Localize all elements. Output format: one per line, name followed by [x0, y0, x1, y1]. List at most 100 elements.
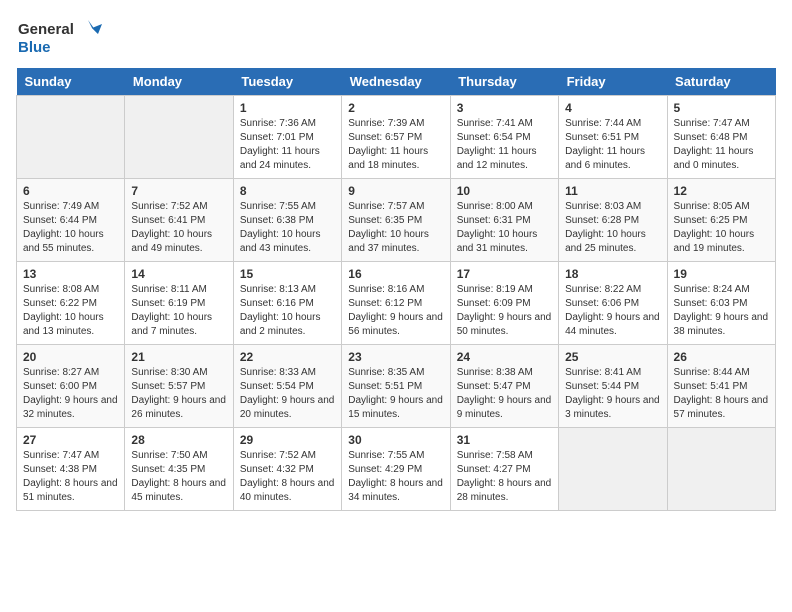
cell-text: Sunrise: 8:08 AMSunset: 6:22 PMDaylight:…	[23, 284, 104, 337]
day-number: 26	[674, 350, 769, 364]
day-cell: 27 Sunrise: 7:47 AMSunset: 4:38 PMDayligh…	[17, 428, 125, 511]
cell-text: Sunrise: 8:03 AMSunset: 6:28 PMDaylight:…	[565, 201, 646, 254]
day-cell: 21 Sunrise: 8:30 AMSunset: 5:57 PMDayligh…	[125, 345, 233, 428]
day-cell: 26Sunrise: 8:44 AMSunset: 5:41 PMDayligh…	[667, 345, 775, 428]
cell-text: Sunrise: 8:30 AMSunset: 5:57 PMDaylight:…	[131, 367, 226, 420]
day-cell	[667, 428, 775, 511]
cell-text: Sunrise: 8:05 AMSunset: 6:25 PMDaylight:…	[674, 201, 755, 254]
cell-text: Sunrise: 7:41 AMSunset: 6:54 PMDaylight:…	[457, 118, 537, 171]
cell-text: Sunrise: 8:19 AMSunset: 6:09 PMDaylight:…	[457, 284, 552, 337]
cell-text: Sunrise: 8:38 AMSunset: 5:47 PMDaylight:…	[457, 367, 552, 420]
day-number: 22	[240, 350, 335, 364]
cell-text: Sunrise: 8:24 AMSunset: 6:03 PMDaylight:…	[674, 284, 769, 337]
logo-svg: General Blue	[16, 16, 106, 60]
day-cell	[17, 96, 125, 179]
day-number: 28	[131, 433, 226, 447]
day-number: 30	[348, 433, 443, 447]
day-number: 5	[674, 101, 769, 115]
cell-text: Sunrise: 8:35 AMSunset: 5:51 PMDaylight:…	[348, 367, 443, 420]
day-number: 31	[457, 433, 552, 447]
day-cell: 12 Sunrise: 8:05 AMSunset: 6:25 PMDayligh…	[667, 179, 775, 262]
day-cell: 25 Sunrise: 8:41 AMSunset: 5:44 PMDayligh…	[559, 345, 667, 428]
day-number: 9	[348, 184, 443, 198]
cell-text: Sunrise: 7:49 AMSunset: 6:44 PMDaylight:…	[23, 201, 104, 254]
day-number: 16	[348, 267, 443, 281]
cell-text: Sunrise: 8:41 AMSunset: 5:44 PMDaylight:…	[565, 367, 660, 420]
day-number: 19	[674, 267, 769, 281]
day-number: 7	[131, 184, 226, 198]
cell-text: Sunrise: 8:33 AMSunset: 5:54 PMDaylight:…	[240, 367, 335, 420]
day-number: 8	[240, 184, 335, 198]
day-number: 13	[23, 267, 118, 281]
header-monday: Monday	[125, 68, 233, 96]
cell-text: Sunrise: 7:47 AMSunset: 6:48 PMDaylight:…	[674, 118, 754, 171]
week-row-2: 6 Sunrise: 7:49 AMSunset: 6:44 PMDaylight…	[17, 179, 776, 262]
day-cell: 29Sunrise: 7:52 AMSunset: 4:32 PMDayligh…	[233, 428, 341, 511]
day-cell: 22 Sunrise: 8:33 AMSunset: 5:54 PMDayligh…	[233, 345, 341, 428]
day-number: 11	[565, 184, 660, 198]
day-cell: 16 Sunrise: 8:16 AMSunset: 6:12 PMDayligh…	[342, 262, 450, 345]
day-number: 27	[23, 433, 118, 447]
cell-text: Sunrise: 8:13 AMSunset: 6:16 PMDaylight:…	[240, 284, 321, 337]
day-cell: 7Sunrise: 7:52 AMSunset: 6:41 PMDaylight…	[125, 179, 233, 262]
day-number: 17	[457, 267, 552, 281]
day-cell: 8 Sunrise: 7:55 AMSunset: 6:38 PMDaylight…	[233, 179, 341, 262]
cell-text: Sunrise: 7:52 AMSunset: 4:32 PMDaylight:…	[240, 450, 335, 503]
day-number: 6	[23, 184, 118, 198]
day-cell: 20Sunrise: 8:27 AMSunset: 6:00 PMDayligh…	[17, 345, 125, 428]
day-cell	[559, 428, 667, 511]
cell-text: Sunrise: 7:57 AMSunset: 6:35 PMDaylight:…	[348, 201, 429, 254]
logo: General Blue	[16, 16, 106, 60]
cell-text: Sunrise: 8:11 AMSunset: 6:19 PMDaylight:…	[131, 284, 212, 337]
day-cell: 11 Sunrise: 8:03 AMSunset: 6:28 PMDayligh…	[559, 179, 667, 262]
day-number: 4	[565, 101, 660, 115]
day-number: 10	[457, 184, 552, 198]
calendar-header-row: SundayMondayTuesdayWednesdayThursdayFrid…	[17, 68, 776, 96]
cell-text: Sunrise: 7:44 AMSunset: 6:51 PMDaylight:…	[565, 118, 645, 171]
day-number: 18	[565, 267, 660, 281]
week-row-4: 20Sunrise: 8:27 AMSunset: 6:00 PMDayligh…	[17, 345, 776, 428]
header-saturday: Saturday	[667, 68, 775, 96]
cell-text: Sunrise: 7:55 AMSunset: 6:38 PMDaylight:…	[240, 201, 321, 254]
cell-text: Sunrise: 7:36 AMSunset: 7:01 PMDaylight:…	[240, 118, 320, 171]
day-number: 24	[457, 350, 552, 364]
day-number: 21	[131, 350, 226, 364]
day-cell: 2 Sunrise: 7:39 AMSunset: 6:57 PMDaylight…	[342, 96, 450, 179]
cell-text: Sunrise: 7:58 AMSunset: 4:27 PMDaylight:…	[457, 450, 552, 503]
day-cell: 15 Sunrise: 8:13 AMSunset: 6:16 PMDayligh…	[233, 262, 341, 345]
day-cell: 9 Sunrise: 7:57 AMSunset: 6:35 PMDaylight…	[342, 179, 450, 262]
day-number: 23	[348, 350, 443, 364]
week-row-3: 13 Sunrise: 8:08 AMSunset: 6:22 PMDayligh…	[17, 262, 776, 345]
header-wednesday: Wednesday	[342, 68, 450, 96]
day-number: 2	[348, 101, 443, 115]
day-cell: 18Sunrise: 8:22 AMSunset: 6:06 PMDayligh…	[559, 262, 667, 345]
day-cell: 14Sunrise: 8:11 AMSunset: 6:19 PMDayligh…	[125, 262, 233, 345]
day-cell: 17 Sunrise: 8:19 AMSunset: 6:09 PMDayligh…	[450, 262, 558, 345]
cell-text: Sunrise: 7:39 AMSunset: 6:57 PMDaylight:…	[348, 118, 428, 171]
day-number: 12	[674, 184, 769, 198]
day-cell: 13 Sunrise: 8:08 AMSunset: 6:22 PMDayligh…	[17, 262, 125, 345]
day-cell: 4 Sunrise: 7:44 AMSunset: 6:51 PMDaylight…	[559, 96, 667, 179]
day-number: 25	[565, 350, 660, 364]
cell-text: Sunrise: 8:00 AMSunset: 6:31 PMDaylight:…	[457, 201, 538, 254]
day-number: 3	[457, 101, 552, 115]
week-row-1: 1 Sunrise: 7:36 AMSunset: 7:01 PMDaylight…	[17, 96, 776, 179]
day-cell: 6 Sunrise: 7:49 AMSunset: 6:44 PMDaylight…	[17, 179, 125, 262]
day-cell: 1 Sunrise: 7:36 AMSunset: 7:01 PMDaylight…	[233, 96, 341, 179]
day-number: 15	[240, 267, 335, 281]
day-cell: 5 Sunrise: 7:47 AMSunset: 6:48 PMDaylight…	[667, 96, 775, 179]
day-number: 1	[240, 101, 335, 115]
header-friday: Friday	[559, 68, 667, 96]
day-cell: 10 Sunrise: 8:00 AMSunset: 6:31 PMDayligh…	[450, 179, 558, 262]
header-tuesday: Tuesday	[233, 68, 341, 96]
cell-text: Sunrise: 8:16 AMSunset: 6:12 PMDaylight:…	[348, 284, 443, 337]
day-cell	[125, 96, 233, 179]
cell-text: Sunrise: 7:55 AMSunset: 4:29 PMDaylight:…	[348, 450, 443, 503]
svg-text:General: General	[18, 21, 74, 38]
svg-text:Blue: Blue	[18, 39, 51, 56]
day-number: 20	[23, 350, 118, 364]
day-cell: 24 Sunrise: 8:38 AMSunset: 5:47 PMDayligh…	[450, 345, 558, 428]
day-cell: 31 Sunrise: 7:58 AMSunset: 4:27 PMDayligh…	[450, 428, 558, 511]
cell-text: Sunrise: 7:47 AMSunset: 4:38 PMDaylight:…	[23, 450, 118, 503]
day-cell: 30 Sunrise: 7:55 AMSunset: 4:29 PMDayligh…	[342, 428, 450, 511]
